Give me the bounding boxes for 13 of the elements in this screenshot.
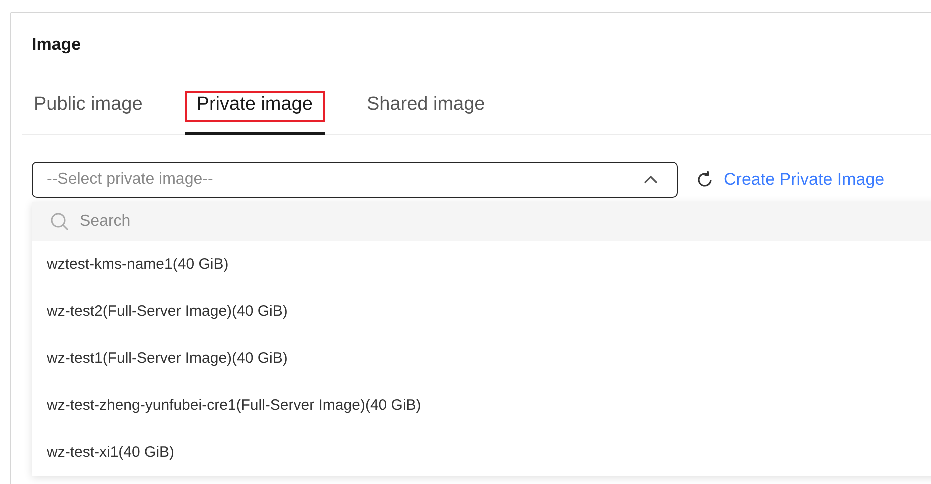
tab[interactable]: Public image: [22, 91, 155, 134]
dropdown-option[interactable]: wz-test-zheng-yunfubei-cre1(Full-Server Image)(40 GiB): [32, 382, 931, 429]
dropdown-option[interactable]: wz-test-xi1(40 GiB): [32, 429, 931, 476]
refresh-icon[interactable]: [695, 170, 715, 190]
dropdown-option[interactable]: wz-test1(Full-Server Image)(40 GiB): [32, 335, 931, 382]
tab[interactable]: Shared image: [354, 91, 498, 134]
create-private-image-link[interactable]: Create Private Image: [724, 170, 885, 190]
dropdown-option[interactable]: wztest-kms-name1(40 GiB): [32, 241, 931, 288]
section-title: Image: [32, 35, 82, 56]
chevron-up-icon: [643, 175, 659, 185]
search-icon: [50, 212, 70, 232]
search-field[interactable]: Search: [78, 212, 482, 232]
dropdown-option[interactable]: wz-test2(Full-Server Image)(40 GiB): [32, 288, 931, 335]
